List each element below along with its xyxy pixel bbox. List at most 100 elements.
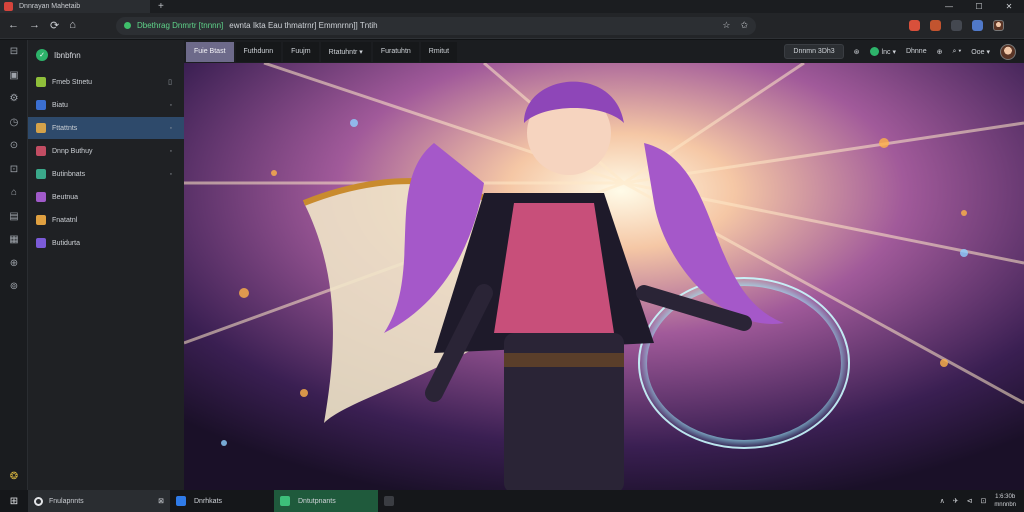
sidebar-item-label: Butinbnats xyxy=(52,170,86,178)
tray-expand-icon[interactable]: ∧ xyxy=(940,497,945,505)
content-tab[interactable]: Rtatuhntr ▾ xyxy=(320,41,371,62)
maximize-button[interactable]: ☐ xyxy=(964,0,994,13)
sync-icon[interactable]: ⊛ xyxy=(854,48,860,56)
rail-nav-icon[interactable]: ⊚ xyxy=(0,275,28,299)
bookmark-star-icon[interactable]: ✩ xyxy=(740,20,748,31)
clock-time: 1:6:30b xyxy=(995,494,1016,500)
clock-date: mnnnbn xyxy=(994,502,1016,508)
sidebar-item-label: Biatu xyxy=(52,101,68,109)
sidebar: ✓ Ibnbfnn Fmeb Stnetu ▯ Biatu ◦ Fttattnts ◦ Dn… xyxy=(28,40,184,490)
os-taskbar: ⊞ Fnulapnnts ⊠ Dnrhkats Dntutpnants ∧ ✈ ⊲… xyxy=(0,490,1024,512)
home-button[interactable]: ⌂ xyxy=(69,19,76,32)
clock[interactable]: 1:6:30b mnnnbn xyxy=(994,493,1016,509)
taskbar-app[interactable]: Dnrhkats xyxy=(170,490,274,512)
search-menu[interactable]: ⌕ ▾ xyxy=(952,48,961,56)
sidebar-item-icon xyxy=(36,123,46,133)
sidebar-item-action-icon[interactable]: ◦ xyxy=(170,171,172,178)
close-button[interactable]: ✕ xyxy=(994,0,1024,13)
forward-button[interactable]: → xyxy=(29,19,40,32)
language-label: lnc ▾ xyxy=(881,48,896,56)
sidebar-item-label: Fttattnts xyxy=(52,124,78,132)
rail-nav-icon[interactable]: ⌂ xyxy=(0,181,28,205)
sidebar-item[interactable]: Beutnua xyxy=(28,186,184,208)
url-bar[interactable]: Dbethrag Dnmrtr [tnnnn] ewnta Ikta Eau t… xyxy=(116,16,756,35)
sidebar-item-icon xyxy=(36,215,46,225)
sidebar-item-action-icon[interactable]: ▯ xyxy=(168,78,172,86)
nav-buttons: ← → ⟳ ⌂ xyxy=(8,19,108,32)
rail-nav-icon[interactable]: ⊡ xyxy=(0,158,28,182)
sidebar-title: Ibnbfnn xyxy=(54,50,81,60)
airplane-icon[interactable]: ✈ xyxy=(953,497,959,505)
sidebar-item[interactable]: Fttattnts ◦ xyxy=(28,117,184,139)
sidebar-item[interactable]: Fnatatnl xyxy=(28,209,184,231)
rail-nav-icon[interactable]: ⊕ xyxy=(0,252,28,276)
sidebar-item[interactable]: Butidurta xyxy=(28,232,184,254)
app-icon xyxy=(384,496,394,506)
content-tab[interactable]: Fuie Btast xyxy=(186,41,234,62)
app-icon xyxy=(280,496,290,506)
status-dot-icon xyxy=(869,47,879,56)
settings-gear-icon[interactable]: ❂ xyxy=(0,466,28,486)
task-view-icon[interactable]: ⊠ xyxy=(158,497,164,505)
extension-icon[interactable] xyxy=(972,20,983,31)
app-logo-icon: ✓ xyxy=(36,49,48,61)
content-tab[interactable]: Fuujm xyxy=(283,41,319,62)
rail-nav-icon[interactable]: ⊙ xyxy=(0,134,28,158)
url-path: ewnta Ikta Eau thmatrnr] Emmnrnn]] Tntih xyxy=(229,21,378,30)
rail-nav-icon[interactable]: ▣ xyxy=(0,64,28,88)
content-tab[interactable]: Rmitut xyxy=(420,41,458,62)
profile-avatar[interactable] xyxy=(993,20,1004,31)
app-label: Dntutpnants xyxy=(298,497,336,505)
sidebar-item-label: Dnnp Buthuy xyxy=(52,147,93,155)
reload-button[interactable]: ⟳ xyxy=(50,19,59,32)
extension-icon[interactable] xyxy=(909,20,920,31)
user-avatar[interactable] xyxy=(1000,43,1016,60)
sidebar-item-action-icon[interactable]: ◦ xyxy=(170,102,172,109)
sidebar-item-icon xyxy=(36,238,46,248)
add-icon[interactable]: ⊕ xyxy=(937,48,943,56)
sidebar-item-action-icon[interactable]: ◦ xyxy=(170,148,172,155)
browser-tab[interactable]: Dnnrayan Mahetaib xyxy=(0,0,150,13)
content-toolbar: Dnnmn 3Dh3 ⊛ lnc ▾ Dhnne ⊕ ⌕ ▾ Ooe ▾ xyxy=(784,43,1024,60)
taskbar-app[interactable] xyxy=(378,490,482,512)
content-tabs: Fuie Btast Futhdunn Fuujm Rtatuhntr ▾ Furatu… xyxy=(184,40,1024,63)
sidebar-item[interactable]: Fmeb Stnetu ▯ xyxy=(28,71,184,93)
minimize-button[interactable]: — xyxy=(934,0,964,13)
sidebar-item-icon xyxy=(36,169,46,179)
sidebar-item[interactable]: Butinbnats ◦ xyxy=(28,163,184,185)
sidebar-item-icon xyxy=(36,192,46,202)
back-button[interactable]: ← xyxy=(8,19,19,32)
sidebar-item-icon xyxy=(36,146,46,156)
extensions-area xyxy=(909,20,1004,31)
sidebar-item-action-icon[interactable]: ◦ xyxy=(170,125,172,132)
new-tab-button[interactable]: + xyxy=(158,1,164,12)
share-button[interactable]: Dhnne xyxy=(906,48,927,55)
sidebar-item-label: Butidurta xyxy=(52,239,81,247)
sidebar-item[interactable]: Dnnp Buthuy ◦ xyxy=(28,140,184,162)
start-button[interactable]: ⊞ xyxy=(0,496,28,507)
rail-nav-icon[interactable]: ⊟ xyxy=(0,40,28,64)
anime-artwork xyxy=(184,63,1024,490)
volume-icon[interactable]: ⊲ xyxy=(967,497,973,505)
rail-nav-icon[interactable]: ▤ xyxy=(0,205,28,229)
sidebar-item-label: Beutnua xyxy=(52,193,79,201)
language-selector[interactable]: lnc ▾ xyxy=(869,47,896,56)
sidebar-item[interactable]: Biatu ◦ xyxy=(28,94,184,116)
extension-icon[interactable] xyxy=(930,20,941,31)
taskbar-search[interactable]: Fnulapnnts ⊠ xyxy=(28,490,170,512)
rail-nav-icon[interactable]: ◷ xyxy=(0,111,28,135)
taskbar-app[interactable]: Dntutpnants xyxy=(274,490,378,512)
content-tab[interactable]: Furatuhtn xyxy=(372,41,419,62)
search-pill[interactable]: Dnnmn 3Dh3 xyxy=(784,44,844,59)
rail-nav-icon[interactable]: ⚙ xyxy=(0,87,28,111)
rail-nav-icon[interactable]: ▦ xyxy=(0,228,28,252)
content-tab[interactable]: Futhdunn xyxy=(235,41,282,62)
browser-titlebar: Dnnrayan Mahetaib + — ☐ ✕ xyxy=(0,0,1024,13)
tab-favicon-icon xyxy=(4,2,13,11)
zoom-icon[interactable]: ☆ xyxy=(722,20,730,31)
options-menu[interactable]: Ooe ▾ xyxy=(971,48,990,56)
extension-icon[interactable] xyxy=(951,20,962,31)
search-icon xyxy=(34,496,43,506)
sidebar-header: ✓ Ibnbfnn xyxy=(28,40,184,70)
battery-icon[interactable]: ⊡ xyxy=(980,497,986,505)
